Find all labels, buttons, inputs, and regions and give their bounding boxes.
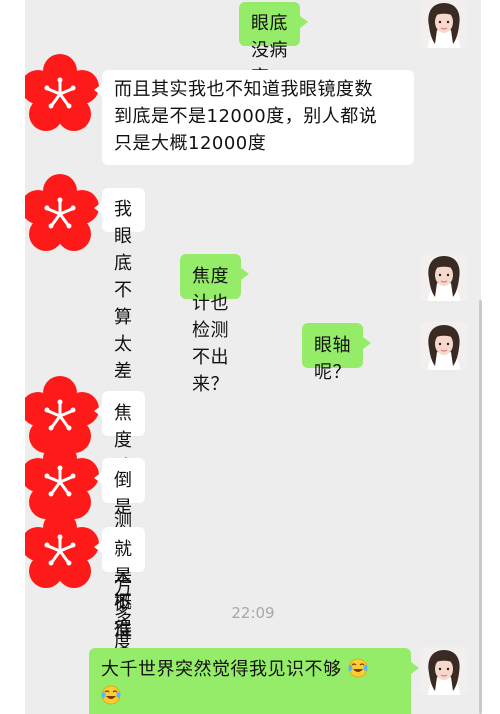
avatar[interactable] bbox=[25, 440, 101, 522]
message-bubble[interactable]: 倒是有一万多度 bbox=[94, 458, 145, 653]
message-bubble[interactable]: 眼底没病变吗？ bbox=[239, 2, 308, 115]
message-text-line: 到底是不是12000度，别人都说 bbox=[114, 106, 378, 127]
avatar[interactable] bbox=[420, 647, 468, 695]
avatar[interactable] bbox=[420, 253, 468, 301]
message-bubble[interactable]: 焦度计能测出大概得 bbox=[94, 391, 145, 640]
laughing-crying-emoji-icon bbox=[347, 658, 368, 678]
message-bubble[interactable]: 眼轴呢？ bbox=[302, 323, 371, 383]
avatar[interactable] bbox=[420, 322, 468, 370]
girl-portrait-icon bbox=[420, 322, 468, 370]
avatar[interactable] bbox=[25, 172, 101, 254]
message-bubble[interactable]: 我眼底不算太差 bbox=[94, 188, 145, 382]
chat-area: 眼底没病变吗？ 而且其实我也不知道我眼镜度数 到底是不是12000度，别人都说 … bbox=[25, 0, 481, 714]
message-bubble[interactable]: 焦度计也检测不出来？ bbox=[180, 254, 249, 395]
avatar[interactable] bbox=[25, 52, 101, 134]
message-text: 焦度计也检测不出来？ bbox=[192, 266, 229, 395]
red-plum-blossom-icon bbox=[25, 52, 101, 133]
laughing-crying-emoji-icon bbox=[101, 685, 121, 705]
message-text: 我眼底不算太差 bbox=[114, 199, 133, 382]
message-text: 大千世界突然觉得我见识不够 bbox=[101, 659, 342, 680]
avatar[interactable] bbox=[420, 0, 468, 48]
message-bubble[interactable]: 大千世界突然觉得我见识不够 bbox=[89, 648, 419, 714]
message-text-line: 只是大概12000度 bbox=[114, 133, 267, 154]
girl-portrait-icon bbox=[420, 0, 468, 48]
message-text: 眼轴呢？ bbox=[314, 335, 351, 383]
avatar[interactable] bbox=[25, 509, 101, 591]
scrollbar[interactable] bbox=[479, 300, 482, 714]
message-bubble[interactable]: 而且其实我也不知道我眼镜度数 到底是不是12000度，别人都说 只是大概1200… bbox=[94, 70, 414, 165]
timestamp: 22:09 bbox=[231, 604, 275, 622]
red-plum-blossom-icon bbox=[25, 509, 101, 590]
message-bubble[interactable]: 就是不准 bbox=[94, 527, 145, 641]
message-text-line: 而且其实我也不知道我眼镜度数 bbox=[114, 79, 373, 100]
red-plum-blossom-icon bbox=[25, 172, 101, 253]
girl-portrait-icon bbox=[420, 253, 468, 301]
message-text: 就是不准 bbox=[114, 539, 133, 641]
girl-portrait-icon bbox=[420, 647, 468, 695]
red-plum-blossom-icon bbox=[25, 440, 101, 521]
